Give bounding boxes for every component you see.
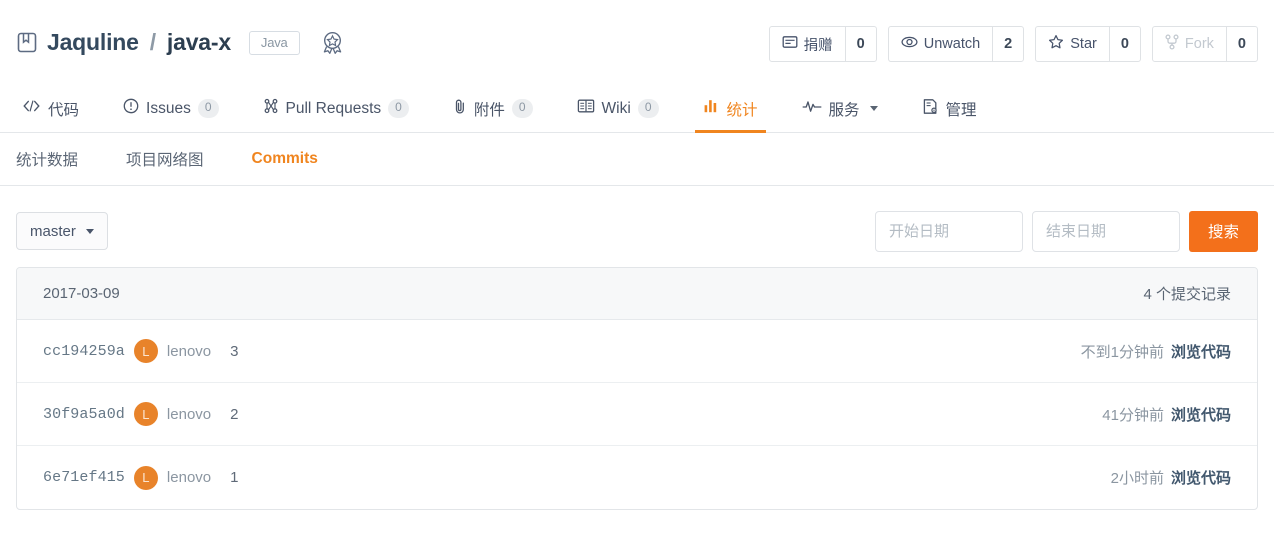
- donate-button-main[interactable]: 捐赠: [770, 27, 846, 61]
- commit-author[interactable]: lenovo: [167, 469, 211, 486]
- code-icon: [22, 98, 41, 119]
- nav-item-wiki[interactable]: Wiki 0: [555, 85, 681, 132]
- chevron-down-icon: [85, 228, 94, 234]
- commits-card: 2017-03-09 4 个提交记录 cc194259a L lenovo 3 …: [16, 267, 1258, 510]
- book-open-icon: [577, 98, 595, 119]
- sub-nav-item-stats-data[interactable]: 统计数据: [16, 148, 102, 170]
- commit-author[interactable]: lenovo: [167, 406, 211, 423]
- repo-separator: /: [149, 29, 156, 55]
- award-badge-icon[interactable]: [320, 30, 345, 56]
- issue-opened-icon: [123, 98, 139, 119]
- sub-nav-item-commits[interactable]: Commits: [252, 150, 342, 168]
- fork-icon: [1165, 34, 1179, 54]
- donate-label: 捐赠: [803, 37, 833, 54]
- commit-relative-time: 不到1分钟前: [1080, 343, 1164, 361]
- commit-sha[interactable]: cc194259a: [43, 343, 125, 360]
- nav-item-stats[interactable]: 统计: [681, 85, 780, 133]
- avatar: L: [133, 402, 158, 426]
- start-date-input[interactable]: [874, 210, 1023, 252]
- nav-item-attachments[interactable]: 附件 0: [431, 85, 555, 132]
- bar-chart-icon: [703, 98, 720, 119]
- eye-icon: [901, 34, 918, 54]
- nav-item-issues-label: Issues: [146, 99, 191, 117]
- nav-item-issues[interactable]: Issues 0: [101, 85, 241, 132]
- repo-header: Jaquline / java-x Java 捐赠 0 Unwatch 2 St…: [0, 0, 1274, 85]
- settings-doc-icon: [922, 98, 939, 120]
- unwatch-button[interactable]: Unwatch 2: [887, 26, 1025, 62]
- date-filter-group: 搜索: [874, 210, 1258, 252]
- end-date-input[interactable]: [1031, 210, 1180, 252]
- donate-button[interactable]: 捐赠 0: [768, 26, 877, 62]
- main-nav: 代码 Issues 0 Pull Requests 0 附件 0 Wiki 0 …: [0, 85, 1274, 133]
- nav-item-code[interactable]: 代码: [16, 85, 101, 132]
- browse-code-link[interactable]: 浏览代码: [1171, 341, 1231, 362]
- commit-author[interactable]: lenovo: [167, 343, 211, 360]
- repo-actions: 捐赠 0 Unwatch 2 Star 0 Fork 0: [768, 26, 1258, 62]
- commits-day-date: 2017-03-09: [43, 285, 120, 302]
- star-label: Star: [1070, 36, 1097, 52]
- fork-button: Fork 0: [1151, 26, 1258, 62]
- paperclip-icon: [453, 98, 467, 120]
- avatar: L: [133, 339, 158, 363]
- star-button-main[interactable]: Star: [1036, 27, 1110, 61]
- nav-item-manage-label: 管理: [945, 101, 977, 119]
- star-icon: [1048, 34, 1064, 54]
- avatar: L: [133, 465, 158, 490]
- nav-item-pull-requests-count: 0: [388, 99, 409, 118]
- branch-selector[interactable]: master: [16, 212, 108, 250]
- nav-item-services-label: 服务: [828, 101, 860, 119]
- table-row[interactable]: 6e71ef415 L lenovo 1 2小时前 浏览代码: [17, 446, 1257, 509]
- unwatch-label: Unwatch: [923, 36, 981, 52]
- commits-day-count: 4 个提交记录: [1143, 286, 1231, 303]
- nav-item-stats-label: 统计: [726, 101, 758, 119]
- commits-day-header: 2017-03-09 4 个提交记录: [17, 268, 1257, 320]
- repo-owner[interactable]: Jaquline: [47, 29, 139, 56]
- fork-count: 0: [1237, 36, 1246, 52]
- book-icon: [16, 31, 38, 54]
- nav-item-attachments-count: 0: [511, 99, 533, 118]
- commit-meta: 41分钟前 浏览代码: [1102, 404, 1231, 425]
- table-row[interactable]: cc194259a L lenovo 3 不到1分钟前 浏览代码: [17, 320, 1257, 383]
- commit-meta: 不到1分钟前 浏览代码: [1081, 341, 1231, 362]
- commit-relative-time: 41分钟前: [1102, 406, 1164, 424]
- unwatch-button-main[interactable]: Unwatch: [889, 27, 994, 61]
- star-count: 0: [1120, 36, 1129, 52]
- repo-name[interactable]: java-x: [167, 29, 231, 56]
- nav-item-pull-requests[interactable]: Pull Requests 0: [241, 85, 431, 132]
- repo-title: Jaquline / java-x Java: [16, 29, 345, 56]
- browse-code-link[interactable]: 浏览代码: [1171, 467, 1231, 488]
- browse-code-link[interactable]: 浏览代码: [1171, 404, 1231, 425]
- sub-nav: 统计数据 项目网络图 Commits: [0, 133, 1274, 186]
- commit-message[interactable]: 3: [230, 343, 238, 360]
- branch-selector-label: master: [30, 222, 76, 240]
- commit-sha[interactable]: 30f9a5a0d: [43, 406, 125, 423]
- sub-nav-item-network-graph[interactable]: 项目网络图: [126, 148, 228, 170]
- nav-item-code-label: 代码: [48, 101, 80, 119]
- pulse-icon: [802, 98, 822, 119]
- commit-sha[interactable]: 6e71ef415: [43, 469, 125, 486]
- filter-bar: master 搜索: [0, 186, 1274, 258]
- language-badge: Java: [248, 30, 300, 55]
- commit-meta: 2小时前 浏览代码: [1111, 467, 1231, 488]
- commit-message[interactable]: 1: [230, 469, 238, 486]
- star-button[interactable]: Star 0: [1035, 26, 1141, 62]
- nav-item-manage[interactable]: 管理: [900, 85, 999, 132]
- commit-message[interactable]: 2: [230, 406, 238, 423]
- table-row[interactable]: 30f9a5a0d L lenovo 2 41分钟前 浏览代码: [17, 383, 1257, 446]
- nav-item-issues-count: 0: [197, 99, 219, 118]
- donate-count: 0: [856, 36, 865, 52]
- search-button[interactable]: 搜索: [1188, 210, 1258, 252]
- nav-item-wiki-count: 0: [637, 99, 659, 118]
- chevron-down-icon: [869, 106, 878, 111]
- nav-item-pull-requests-label: Pull Requests: [285, 99, 382, 117]
- git-pull-request-icon: [263, 98, 279, 119]
- unwatch-count: 2: [1004, 36, 1013, 52]
- fork-label: Fork: [1184, 36, 1214, 52]
- nav-item-wiki-label: Wiki: [601, 99, 631, 117]
- donate-icon: [782, 34, 798, 54]
- nav-item-attachments-label: 附件: [473, 101, 505, 119]
- nav-item-services[interactable]: 服务: [780, 85, 900, 132]
- fork-button-main: Fork: [1153, 27, 1227, 61]
- commit-relative-time: 2小时前: [1110, 470, 1164, 487]
